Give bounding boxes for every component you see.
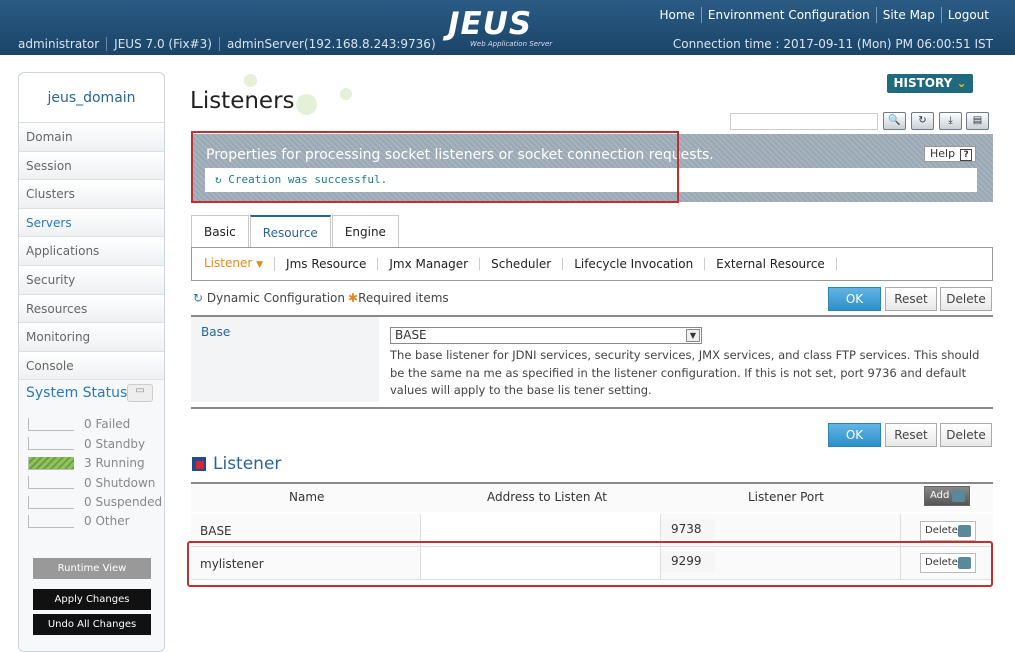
version: JEUS 7.0 (Fix#3) [106, 37, 219, 51]
sidebar-item-applications[interactable]: Applications [19, 237, 164, 266]
delete-icon [958, 525, 971, 537]
section-icon [192, 457, 206, 471]
undo-all-changes-button[interactable]: Undo All Changes [33, 614, 151, 635]
table-header: Name Address to Listen At Listener Port [191, 482, 993, 512]
xml-export-icon[interactable]: ⤓ [939, 112, 962, 130]
column-address: Address to Listen At [487, 490, 607, 504]
sidebar-item-security[interactable]: Security [19, 265, 164, 295]
question-icon: ? [960, 149, 973, 161]
connection-time: Connection time : 2017-09-11 (Mon) PM 06… [672, 37, 993, 51]
help-button[interactable]: Help? [924, 146, 976, 162]
sidebar-item-session[interactable]: Session [19, 151, 164, 181]
base-label: Base [191, 317, 379, 402]
ok-button[interactable]: OK [828, 287, 881, 311]
delete-row-button[interactable]: Delete [920, 521, 976, 541]
listener-section-title: Listener [192, 454, 281, 474]
highlight-box [191, 131, 679, 203]
domain-name[interactable]: jeus_domain [19, 73, 164, 123]
add-icon [952, 490, 965, 502]
add-button[interactable]: Add [924, 486, 970, 506]
decor-circle [296, 94, 317, 115]
sidebar-item-servers[interactable]: Servers [19, 208, 164, 238]
decor-circle [340, 88, 352, 100]
tabs: Basic Resource Engine [191, 215, 400, 248]
base-select[interactable]: BASE ▼ [390, 327, 702, 344]
status-suspended: 0 Suspended [28, 495, 162, 509]
chevron-down-icon: ▼ [686, 329, 700, 342]
search-input[interactable] [730, 113, 878, 130]
top-bar: JEUS Web Application Server Home Environ… [0, 0, 1015, 55]
nav-site-map[interactable]: Site Map [875, 7, 941, 23]
divider [191, 407, 993, 409]
status-running: 3 Running [28, 456, 145, 470]
ok-button-bottom[interactable]: OK [828, 423, 881, 447]
status-standby: 0 Standby [28, 437, 145, 451]
dropdown-arrow-icon: ▼ [256, 260, 264, 270]
sidebar-item-domain[interactable]: Domain [19, 123, 164, 152]
sidebar-item-clusters[interactable]: Clusters [19, 180, 164, 209]
tab-engine[interactable]: Engine [331, 215, 399, 247]
status-other: 0 Other [28, 514, 130, 528]
status-failed: 0 Failed [28, 417, 130, 431]
top-nav: Home Environment Configuration Site Map … [653, 7, 995, 23]
status-bar [28, 495, 74, 509]
column-port: Listener Port [748, 490, 824, 504]
history-button[interactable]: HISTORY ⌄ [887, 74, 973, 93]
subtab-scheduler[interactable]: Scheduler [480, 258, 564, 270]
page-title: Listeners [190, 88, 295, 114]
listener-name: BASE [200, 524, 232, 538]
status-bar [28, 476, 74, 489]
monitor-icon[interactable]: ▭ [127, 384, 153, 402]
chevron-down-icon: ⌄ [956, 76, 967, 90]
sidebar-item-console[interactable]: Console [19, 351, 164, 381]
subtab-jms-resource[interactable]: Jms Resource [275, 258, 379, 270]
decor-circle [244, 74, 257, 87]
username: administrator [18, 37, 100, 51]
reset-button-bottom[interactable]: Reset [885, 423, 937, 447]
xml-view-icon[interactable]: ▤ [966, 112, 989, 130]
user-info: administrator JEUS 7.0 (Fix#3) adminServ… [18, 37, 443, 51]
search-icon[interactable]: 🔍 [883, 112, 906, 130]
subtab-external-resource[interactable]: External Resource [705, 258, 837, 270]
column-name: Name [289, 490, 325, 504]
reset-button[interactable]: Reset [885, 287, 937, 311]
dynamic-configuration-legend: ↻ Dynamic Configuration [193, 291, 346, 305]
tab-basic[interactable]: Basic [191, 215, 249, 247]
sync-icon: ↻ [193, 291, 204, 305]
listener-port: 9738 [661, 519, 715, 540]
asterisk-icon: ✱ [348, 291, 359, 305]
status-shutdown: 0 Shutdown [28, 476, 155, 490]
status-bar [28, 417, 74, 431]
status-bar [28, 437, 74, 450]
subtab-listener[interactable]: Listener ▼ [200, 257, 276, 271]
nav-logout[interactable]: Logout [940, 7, 995, 23]
refresh-icon[interactable]: ↻ [911, 112, 934, 130]
sidebar: jeus_domain Domain Session Clusters Serv… [18, 72, 165, 652]
subtab-lifecycle-invocation[interactable]: Lifecycle Invocation [563, 258, 706, 270]
required-items-legend: ✱Required items [348, 291, 449, 305]
tab-resource[interactable]: Resource [249, 215, 331, 248]
apply-changes-button[interactable]: Apply Changes [33, 589, 151, 610]
delete-button[interactable]: Delete [940, 287, 992, 311]
subtabs: Listener ▼ Jms Resource Jmx Manager Sche… [191, 247, 993, 281]
jeus-logo: JEUS [448, 6, 533, 42]
logo-subtitle: Web Application Server [470, 40, 553, 48]
sidebar-item-monitoring[interactable]: Monitoring [19, 323, 164, 352]
system-status-title[interactable]: System Status [26, 385, 127, 401]
base-description: The base listener for JDNI services, sec… [390, 348, 980, 397]
sidebar-item-resources[interactable]: Resources [19, 294, 164, 324]
nav-environment-configuration[interactable]: Environment Configuration [700, 7, 876, 23]
status-bar-running [28, 456, 74, 470]
server-name: adminServer(192.168.8.243:9736) [218, 37, 443, 51]
delete-button-bottom[interactable]: Delete [940, 423, 992, 447]
nav-home[interactable]: Home [653, 7, 700, 23]
runtime-view-button[interactable]: Runtime View [33, 558, 151, 579]
status-bar [28, 514, 74, 528]
highlight-box [187, 541, 993, 587]
subtab-jmx-manager[interactable]: Jmx Manager [378, 258, 481, 270]
